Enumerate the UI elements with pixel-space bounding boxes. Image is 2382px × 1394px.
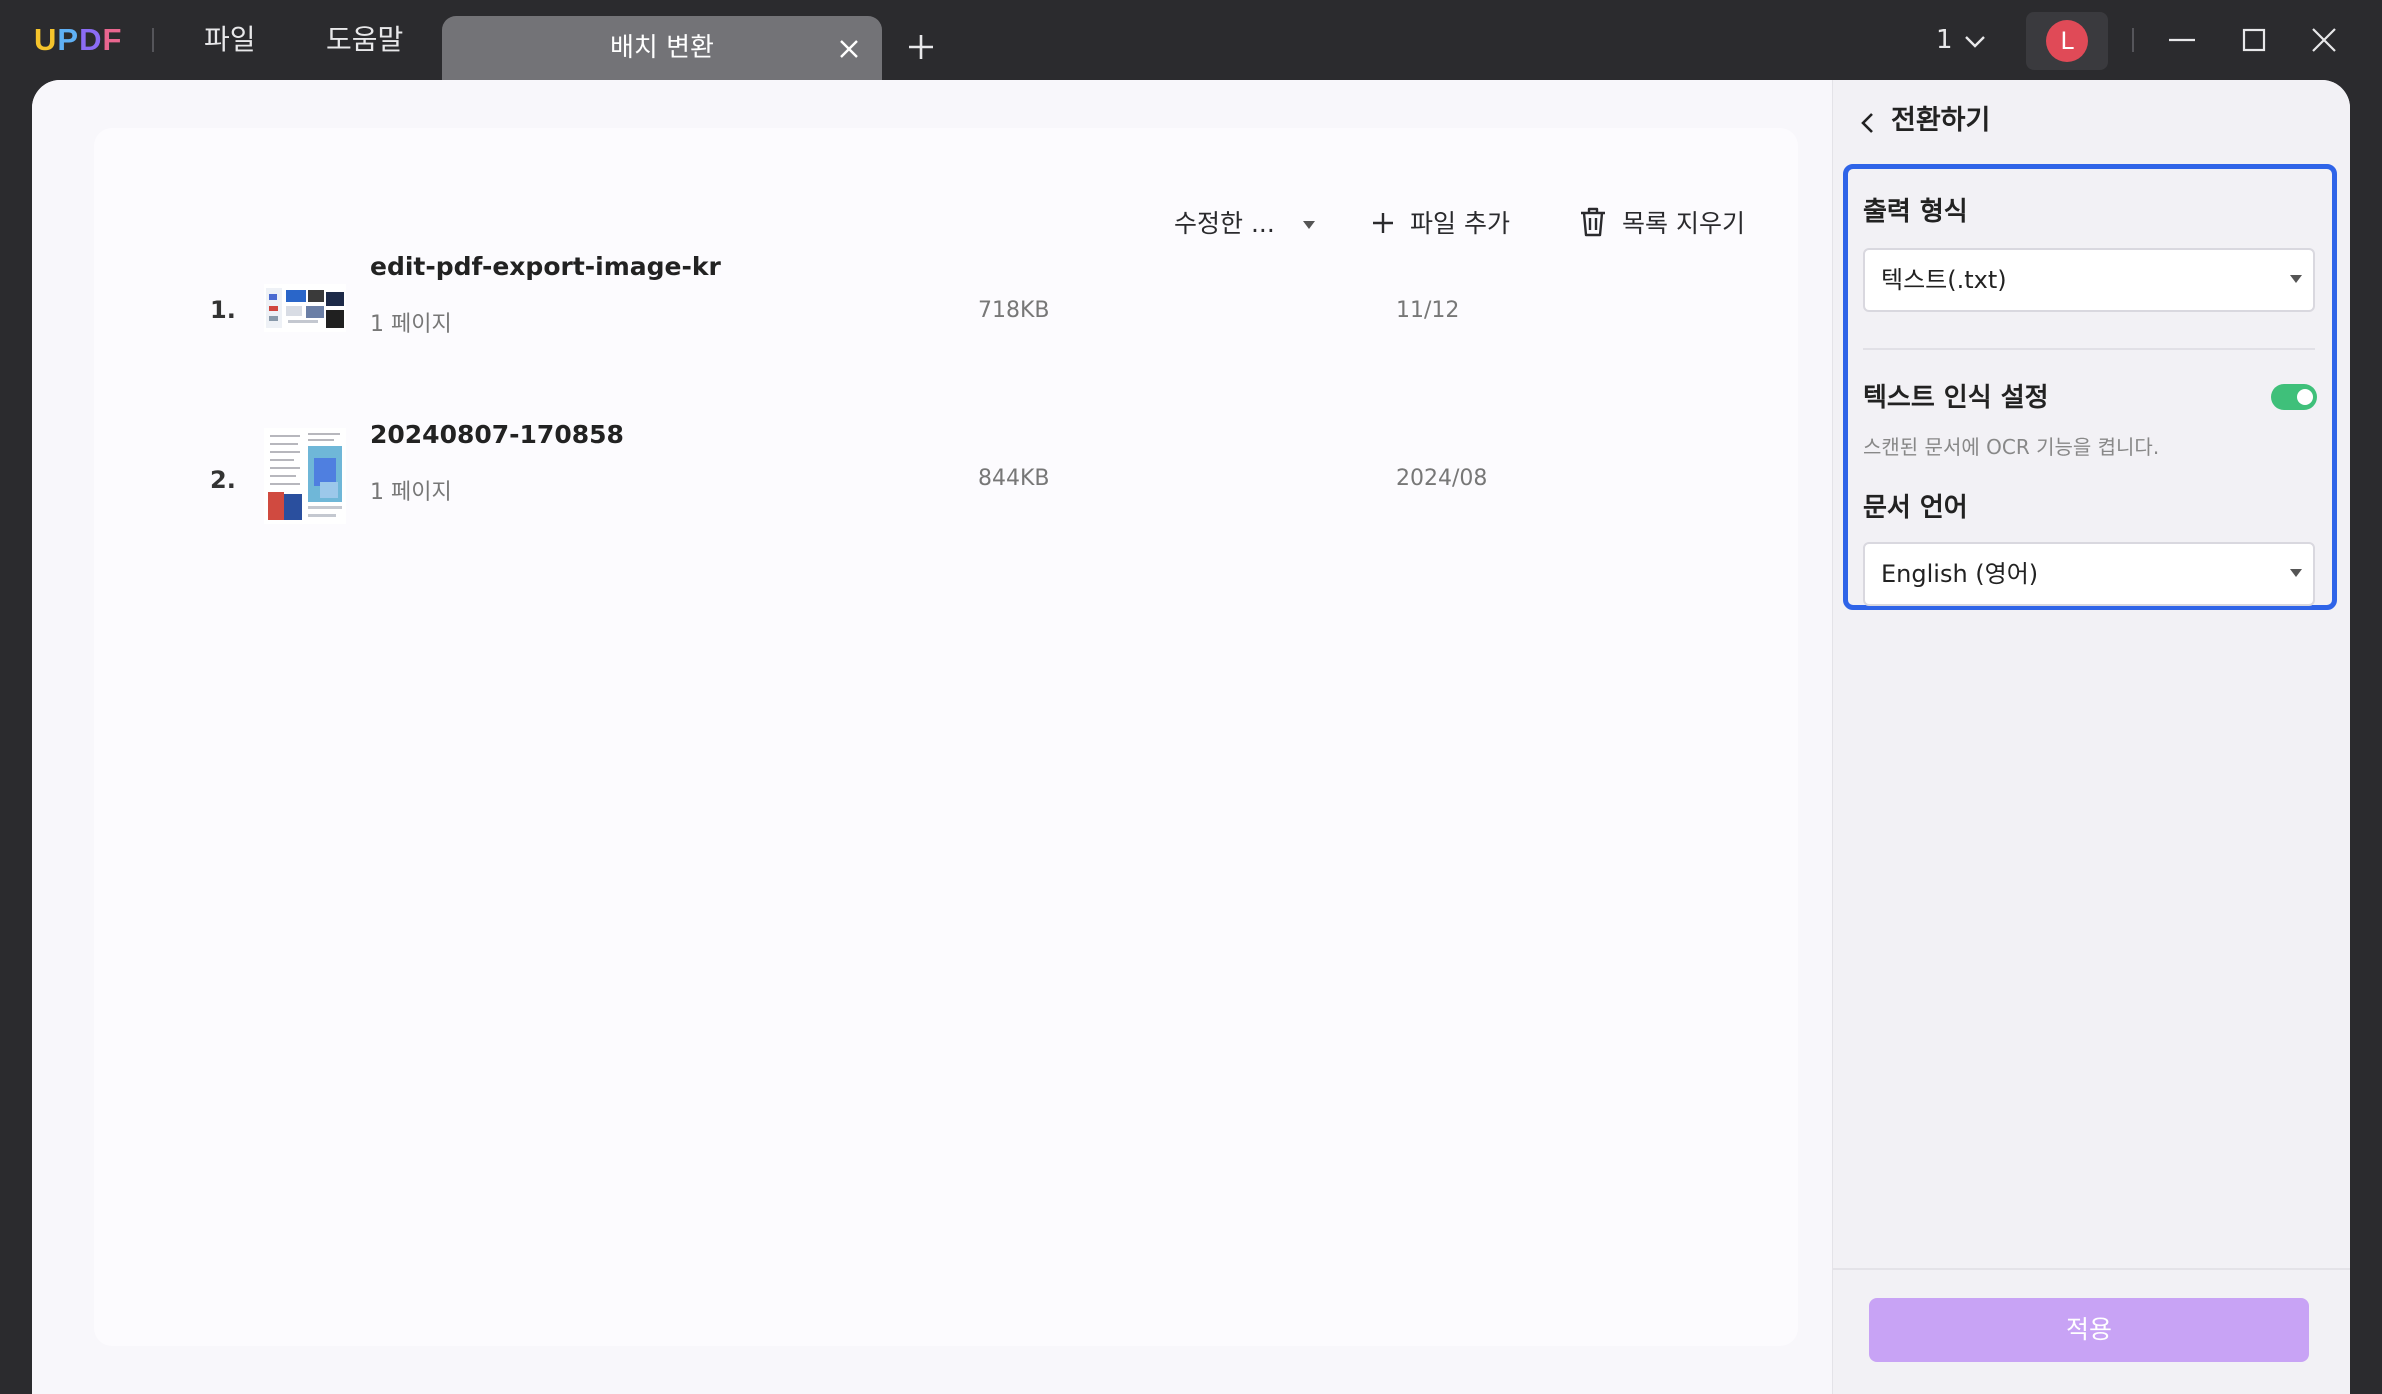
panel-title: 전환하기	[1891, 105, 1991, 136]
chevron-down-icon[interactable]	[1962, 28, 1988, 54]
pdf-thumbnail-image	[264, 284, 346, 332]
caret-down-icon	[1302, 221, 1315, 229]
file-thumbnail[interactable]	[264, 284, 346, 332]
file-index: 2.	[210, 466, 236, 494]
sort-label: 수정한 ...	[1174, 209, 1275, 238]
clear-list-label: 목록 지우기	[1622, 209, 1745, 238]
ocr-toggle[interactable]	[2271, 384, 2317, 410]
updf-logo[interactable]: UPDF	[34, 20, 122, 60]
title-separator	[152, 28, 154, 52]
avatar: L	[2046, 20, 2088, 62]
logo-letter-u: U	[34, 22, 58, 57]
toggle-knob	[2297, 389, 2313, 405]
document-language-select[interactable]: English (영어)	[1863, 542, 2315, 606]
file-name: 20240807-170858	[370, 420, 624, 449]
document-language-label: 문서 언어	[1863, 493, 1968, 523]
add-file-button[interactable]: 파일 추가	[1370, 206, 1510, 242]
document-language-value: English (영어)	[1881, 560, 2039, 588]
main-window: 수정한 ... 파일 추가 목록 지우기 1. edit-pdf-export-…	[32, 80, 2350, 1394]
sort-dropdown[interactable]: 수정한 ...	[1174, 206, 1317, 242]
file-page-count: 1 페이지	[370, 480, 452, 505]
new-tab-plus-icon[interactable]	[904, 30, 938, 64]
close-icon[interactable]	[834, 34, 864, 64]
file-size: 844KB	[978, 466, 1050, 491]
logo-letter-f: F	[102, 22, 123, 57]
footer-divider	[1833, 1268, 2350, 1270]
logo-letter-d: D	[79, 22, 103, 57]
add-file-label: 파일 추가	[1410, 209, 1510, 238]
title-bar: UPDF 파일 도움말 배치 변환 1 L	[0, 0, 2382, 80]
output-format-select[interactable]: 텍스트(.txt)	[1863, 248, 2315, 312]
output-format-label: 출력 형식	[1863, 197, 1968, 227]
file-thumbnail[interactable]	[264, 428, 346, 524]
tab-batch-convert[interactable]: 배치 변환	[442, 16, 882, 80]
ocr-settings-label: 텍스트 인식 설정	[1863, 383, 2049, 413]
file-list-card: 수정한 ... 파일 추가 목록 지우기 1. edit-pdf-export-…	[94, 128, 1798, 1346]
page-count[interactable]: 1	[1936, 22, 1953, 58]
tab-label: 배치 변환	[610, 33, 714, 63]
convert-settings-panel: 전환하기 출력 형식 텍스트(.txt) 텍스트 인식 설정 스캔된 문서에 O…	[1832, 80, 2350, 1394]
file-list-pane: 수정한 ... 파일 추가 목록 지우기 1. edit-pdf-export-…	[32, 80, 1832, 1394]
plus-icon	[1373, 213, 1393, 233]
caret-down-icon	[2290, 275, 2302, 283]
file-name: edit-pdf-export-image-kr	[370, 252, 721, 281]
file-index: 1.	[210, 296, 236, 324]
file-page-count: 1 페이지	[370, 312, 452, 337]
title-separator	[2132, 28, 2134, 52]
maximize-icon[interactable]	[2238, 24, 2270, 56]
clear-list-button[interactable]: 목록 지우기	[1578, 206, 1745, 242]
apply-button[interactable]: 적용	[1869, 1298, 2309, 1362]
pdf-thumbnail-image	[264, 428, 346, 524]
output-format-value: 텍스트(.txt)	[1881, 266, 2007, 294]
section-divider	[1863, 348, 2315, 350]
logo-letter-p: P	[57, 22, 80, 57]
file-date: 11/12	[1396, 298, 1460, 323]
account-button[interactable]: L	[2026, 12, 2108, 70]
caret-down-icon	[2290, 569, 2302, 577]
file-size: 718KB	[978, 298, 1050, 323]
window-close-icon[interactable]	[2308, 24, 2340, 56]
trash-icon	[1581, 207, 1605, 237]
ocr-description: 스캔된 문서에 OCR 기능을 켭니다.	[1863, 435, 2160, 459]
chevron-left-icon[interactable]	[1855, 110, 1881, 136]
menu-file[interactable]: 파일	[204, 20, 256, 60]
file-date: 2024/08	[1396, 466, 1488, 491]
menu-help[interactable]: 도움말	[326, 20, 403, 60]
minimize-icon[interactable]	[2166, 24, 2198, 56]
